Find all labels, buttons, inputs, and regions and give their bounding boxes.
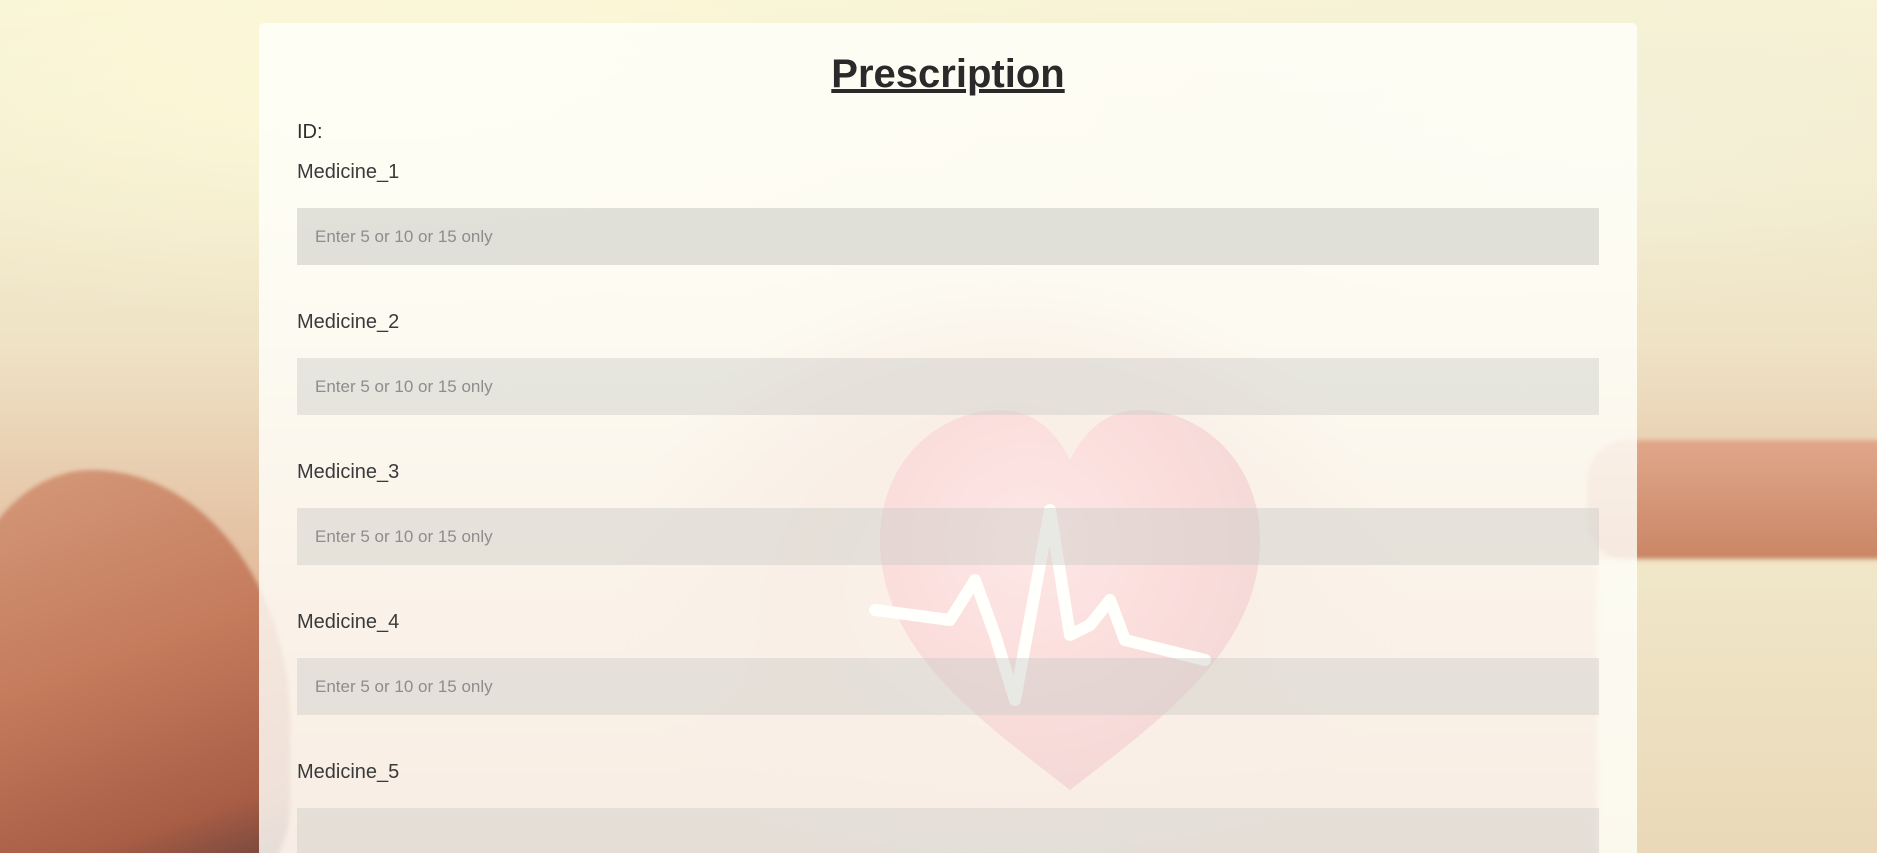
medicine-2-label: Medicine_2 xyxy=(297,311,400,333)
prescription-form: Prescription ID: Medicine_1 Medicine_2 M… xyxy=(259,23,1637,853)
medicine-1-input[interactable] xyxy=(297,208,1599,265)
medicine-3-label: Medicine_3 xyxy=(297,461,400,483)
medicine-2-input[interactable] xyxy=(297,358,1599,415)
medicine-4-label: Medicine_4 xyxy=(297,611,400,633)
id-label: ID: xyxy=(297,121,323,143)
medicine-5-group: Medicine_5 xyxy=(297,761,1599,853)
medicine-3-input[interactable] xyxy=(297,508,1599,565)
medicine-5-label: Medicine_5 xyxy=(297,761,400,783)
background-arm-left xyxy=(0,470,290,853)
background-arm-lower-right xyxy=(1597,560,1877,853)
medicine-2-group: Medicine_2 xyxy=(297,311,1599,415)
medicine-1-label: Medicine_1 xyxy=(297,161,400,183)
page-title: Prescription xyxy=(831,52,1065,96)
medicine-1-group: Medicine_1 xyxy=(297,161,1599,265)
medicine-4-group: Medicine_4 xyxy=(297,611,1599,715)
medicine-5-input[interactable] xyxy=(297,808,1599,853)
medicine-4-input[interactable] xyxy=(297,658,1599,715)
medicine-3-group: Medicine_3 xyxy=(297,461,1599,565)
